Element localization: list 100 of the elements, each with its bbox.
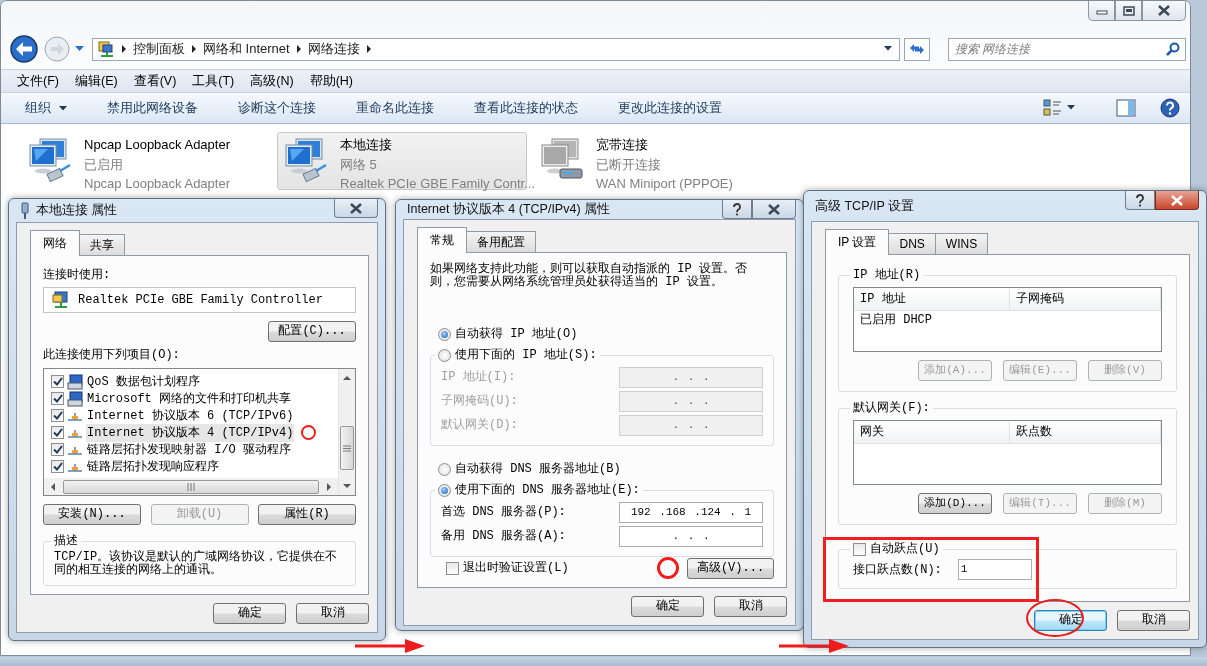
- table-cell-text: 已启用 DHCP: [860, 312, 932, 329]
- history-dropdown-icon[interactable]: [75, 46, 84, 52]
- button[interactable]: 取消: [714, 596, 787, 617]
- ip-address-field[interactable]: . . .: [619, 525, 763, 547]
- button[interactable]: 高级(V)...: [687, 557, 774, 579]
- radio-button[interactable]: [438, 348, 451, 362]
- toolbar-button[interactable]: 禁用此网络设备: [97, 96, 208, 120]
- close-button[interactable]: [752, 200, 796, 219]
- breadcrumb-item[interactable]: 网络连接: [307, 39, 360, 59]
- close-button[interactable]: [1155, 191, 1199, 210]
- menu-item[interactable]: 高级(N): [242, 71, 302, 91]
- menu-item[interactable]: 查看(V): [125, 71, 185, 91]
- tab[interactable]: WINS: [934, 233, 989, 254]
- close-button[interactable]: [334, 199, 378, 218]
- button[interactable]: 确定: [631, 596, 704, 617]
- refresh-button[interactable]: [904, 37, 930, 61]
- option-label[interactable]: 使用下面的 IP 地址(S):: [455, 347, 597, 363]
- button[interactable]: 属性(R): [258, 504, 356, 525]
- checkbox[interactable]: [51, 409, 64, 422]
- vertical-scrollbar[interactable]: [338, 369, 355, 495]
- field-label: 此连接使用下列项目(O):: [43, 347, 181, 364]
- horizontal-scrollbar[interactable]: [44, 478, 338, 495]
- adapter-name: Realtek PCIe GBE Family Controller: [78, 292, 323, 309]
- list-item[interactable]: 链路层拓扑发现映射器 I/O 驱动程序: [44, 441, 338, 458]
- toolbar-button[interactable]: 更改此连接的设置: [608, 96, 732, 120]
- item-label: Internet 协议版本 6 (TCP/IPv6): [86, 407, 295, 425]
- scroll-down-icon: [343, 484, 351, 489]
- close-button[interactable]: [1142, 1, 1186, 21]
- option-label[interactable]: 自动获得 IP 地址(O): [455, 325, 578, 343]
- breadcrumb-item[interactable]: 控制面板: [133, 39, 185, 59]
- field-label: 首选 DNS 服务器(P):: [441, 504, 566, 521]
- radio-button[interactable]: [438, 462, 451, 476]
- help-button[interactable]: [1125, 191, 1155, 210]
- option-label[interactable]: 使用下面的 DNS 服务器地址(E):: [455, 482, 640, 498]
- back-button[interactable]: [9, 34, 39, 64]
- list-item[interactable]: Internet 协议版本 4 (TCP/IPv4): [44, 424, 338, 441]
- help-icon[interactable]: [1160, 98, 1180, 118]
- button[interactable]: 配置(C)...: [268, 321, 356, 342]
- component-list[interactable]: QoS 数据包计划程序 Microsoft 网络的文件和打印机共享 Internet 协议版本 6 (TCP/IPv6) Internet 协议版本 4 (TCP/IPv4) 链路层拓扑发现映射器 I/O 驱动程序 链路层拓扑发现响应程序: [43, 368, 356, 496]
- checkbox[interactable]: [853, 542, 866, 556]
- tab[interactable]: 网络: [30, 230, 80, 256]
- column-header[interactable]: 网关: [854, 421, 1010, 443]
- checkbox[interactable]: [51, 392, 64, 405]
- tab[interactable]: 常规: [417, 227, 467, 253]
- field-label: 默认网关(D):: [441, 417, 518, 434]
- toolbar-button[interactable]: 查看此连接的状态: [464, 96, 588, 120]
- menu-item[interactable]: 帮助(H): [301, 71, 361, 91]
- checkbox[interactable]: [51, 443, 64, 456]
- help-button[interactable]: [722, 200, 752, 219]
- button[interactable]: 取消: [1117, 610, 1190, 631]
- button[interactable]: 确定: [213, 603, 286, 624]
- view-options-icon[interactable]: [1043, 99, 1063, 117]
- tab[interactable]: 备用配置: [466, 231, 536, 252]
- metric-field[interactable]: 1: [957, 559, 1032, 580]
- view-dropdown-icon[interactable]: [1067, 105, 1076, 111]
- button[interactable]: 取消: [296, 603, 369, 624]
- search-field[interactable]: 搜索 网络连接: [948, 37, 1186, 61]
- list-item[interactable]: 链路层拓扑发现响应程序: [44, 458, 338, 475]
- search-icon: [1166, 41, 1180, 56]
- button[interactable]: 添加(D)...: [918, 493, 992, 514]
- option-label[interactable]: 自动获得 DNS 服务器地址(B): [455, 460, 621, 478]
- organize-button[interactable]: 组织: [15, 96, 77, 120]
- column-header[interactable]: 子网掩码: [1009, 288, 1161, 310]
- column-header[interactable]: IP 地址: [854, 288, 1010, 310]
- maximize-button[interactable]: [1115, 1, 1142, 21]
- tab[interactable]: DNS: [888, 233, 936, 254]
- button[interactable]: 安装(N)...: [43, 504, 141, 525]
- radio-button[interactable]: [438, 327, 451, 341]
- toolbar-button[interactable]: 诊断这个连接: [228, 96, 326, 120]
- tab[interactable]: 共享: [79, 234, 125, 255]
- checkbox[interactable]: [51, 426, 64, 439]
- radio-button[interactable]: [438, 483, 451, 497]
- column-header[interactable]: 跃点数: [1009, 421, 1161, 443]
- adapter-status: 已断开连接: [596, 155, 662, 174]
- checkbox[interactable]: [446, 561, 459, 575]
- checkbox-label[interactable]: 自动跃点(U): [870, 541, 940, 557]
- list-item[interactable]: Microsoft 网络的文件和打印机共享: [44, 390, 338, 407]
- tab[interactable]: IP 设置: [825, 229, 890, 255]
- checkbox-label[interactable]: 退出时验证设置(L): [463, 559, 569, 577]
- checkbox[interactable]: [51, 460, 64, 473]
- button[interactable]: 确定: [1034, 610, 1107, 631]
- checkmark-icon: [52, 462, 63, 471]
- adapter-tile[interactable]: 宽带连接 已断开连接 WAN Miniport (PPPOE): [533, 132, 783, 190]
- breadcrumb-arrow-icon: [121, 45, 127, 53]
- close-icon: [1157, 5, 1171, 16]
- adapter-device: Npcap Loopback Adapter: [84, 175, 230, 193]
- ip-address-field[interactable]: 192 .168 .124 . 1: [619, 501, 763, 523]
- list-item[interactable]: Internet 协议版本 6 (TCP/IPv6): [44, 407, 338, 424]
- preview-pane-icon[interactable]: [1116, 99, 1136, 117]
- address-dropdown-icon[interactable]: [884, 46, 893, 52]
- breadcrumb-item[interactable]: 网络和 Internet: [203, 39, 290, 59]
- checkbox[interactable]: [51, 375, 64, 388]
- list-item[interactable]: QoS 数据包计划程序: [44, 373, 338, 390]
- address-bar[interactable]: 控制面板 网络和 Internet 网络连接: [92, 37, 900, 61]
- menu-item[interactable]: 编辑(E): [66, 71, 126, 91]
- adapter-tile[interactable]: Npcap Loopback Adapter 已启用 Npcap Loopback Adapter: [21, 132, 271, 190]
- menu-item[interactable]: 工具(T): [184, 71, 243, 91]
- maximize-icon: [1122, 5, 1135, 16]
- toolbar-button[interactable]: 重命名此连接: [346, 96, 444, 120]
- menu-item[interactable]: 文件(F): [9, 71, 67, 91]
